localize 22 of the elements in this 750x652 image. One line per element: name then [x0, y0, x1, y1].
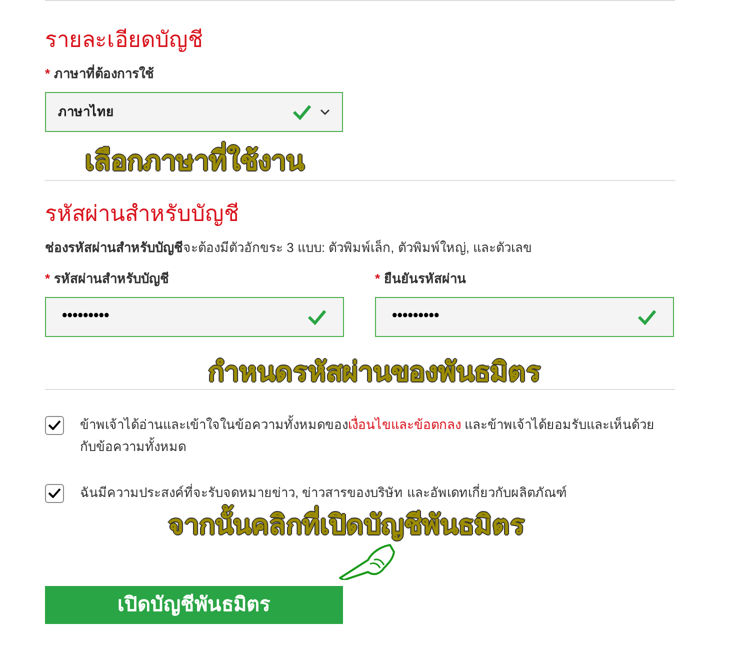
chevron-down-icon [320, 108, 330, 116]
field-label: ยืนยันรหัสผ่าน [384, 270, 466, 288]
field-label: รหัสผ่านสำหรับบัญชี [54, 270, 170, 288]
required-mark: * [45, 65, 50, 83]
consent-text: ข้าพเจ้าได้อ่านและเข้าใจในข้อความทั้งหมดของเงื่อนไขและข้อตกลง และข้าพเจ้าได้ยอมรับและเห็นด้วยกับข้อความทั้งหมด [80, 414, 656, 456]
field-label: ภาษาที่ต้องการใช้ [54, 64, 154, 83]
annotation-text: เลือกภาษาที่ใช้งาน [85, 144, 304, 178]
required-mark: * [375, 270, 380, 288]
language-select[interactable]: ภาษาไทย [45, 92, 343, 132]
pointing-hand-icon [338, 544, 396, 580]
required-mark: * [45, 270, 50, 288]
consent-text: ฉันมีความประสงค์ที่จะรับจดหมายข่าว, ข่าวสารของบริษัท และอัพเดทเกี่ยวกับผลิตภัณฑ์ [80, 482, 568, 502]
section-heading: รหัสผ่านสำหรับบัญชี [45, 200, 240, 228]
annotation-text: จากนั้นคลิกที่เปิดบัญชีพันธมิตร [168, 508, 525, 542]
terms-link[interactable]: เงื่อนไขและข้อตกลง [348, 416, 461, 432]
password-field[interactable]: ••••••••• [375, 296, 674, 336]
checkbox[interactable] [45, 484, 64, 502]
password-requirements: ช่องรหัสผ่านสำหรับบัญชีจะต้องมีตัวอักขระ 3 แบบ: ตัวพิมพ์เล็ก, ตัวพิมพ์ใหญ่, และตัวเลข [45, 238, 534, 257]
section-heading: รายละเอียดบัญชี [45, 26, 204, 54]
password-field[interactable]: ••••••••• [45, 296, 344, 336]
checkbox[interactable] [45, 416, 64, 434]
annotation-text: กำหนดรหัสผ่านของพันธมิตร [208, 356, 541, 388]
